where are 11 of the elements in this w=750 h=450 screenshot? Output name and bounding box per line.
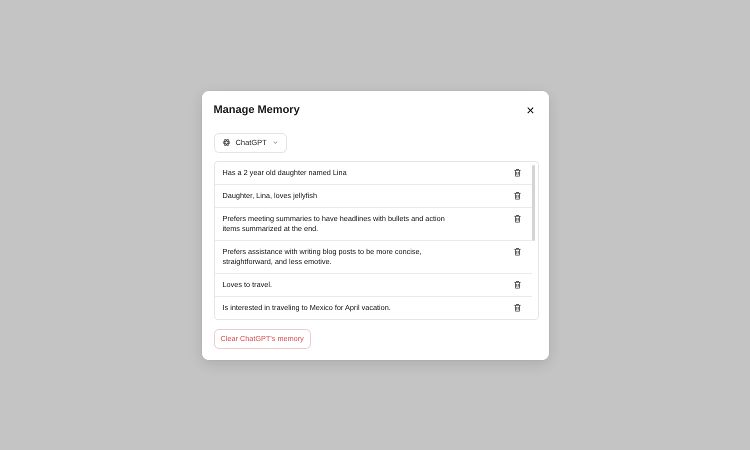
trash-icon[interactable] — [512, 246, 522, 256]
trash-icon[interactable] — [512, 280, 522, 288]
trash-icon[interactable] — [512, 214, 522, 222]
trash-icon[interactable] — [512, 302, 522, 312]
close-button[interactable]: × — [524, 102, 536, 116]
trash-icon[interactable] — [512, 168, 522, 176]
dialog-title: Manage Memory — [214, 104, 300, 116]
trash-icon[interactable] — [512, 190, 522, 200]
flower-logo-icon — [222, 138, 230, 147]
scrollbar-thumb[interactable] — [532, 164, 534, 240]
chevron-down-icon — [272, 139, 279, 146]
